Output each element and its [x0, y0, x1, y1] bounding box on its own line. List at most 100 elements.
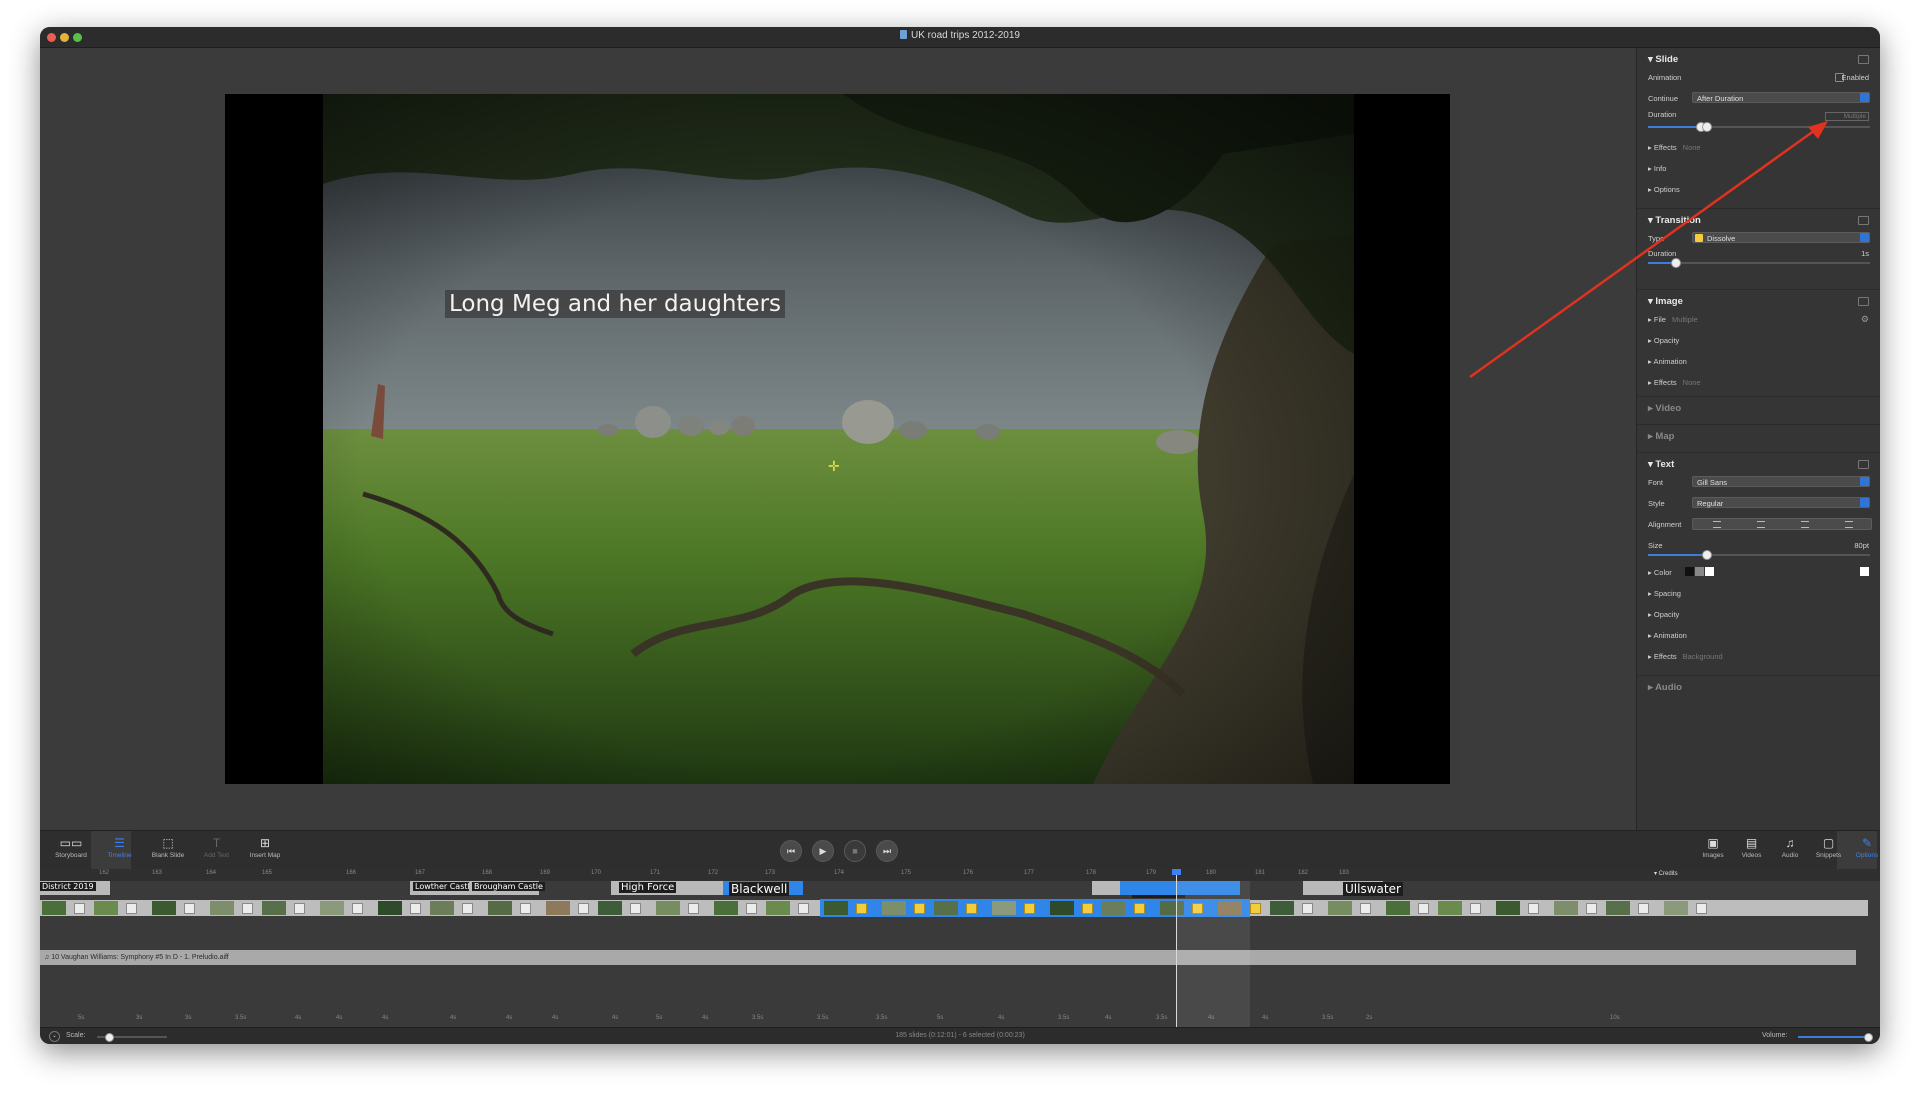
image-animation-row[interactable]: ▸ Animation — [1637, 353, 1880, 374]
slide-thumbnail[interactable] — [598, 901, 622, 915]
slide-thumbnail[interactable] — [1102, 901, 1126, 915]
transition-marker[interactable] — [798, 903, 809, 914]
credits-label[interactable]: ▾ Credits — [1654, 870, 1678, 877]
slide-thumbnail[interactable] — [430, 901, 454, 915]
image-opacity-row[interactable]: ▸ Opacity — [1637, 332, 1880, 353]
transition-marker[interactable] — [1470, 903, 1481, 914]
transition-marker[interactable] — [1638, 903, 1649, 914]
spacing-row[interactable]: ▸ Spacing — [1637, 585, 1880, 606]
options-row[interactable]: ▸ Options — [1637, 181, 1880, 202]
color-swatch-white[interactable] — [1705, 567, 1714, 576]
pin-icon[interactable] — [1858, 55, 1869, 64]
text-opacity-row[interactable]: ▸ Opacity — [1637, 606, 1880, 627]
transition-marker[interactable] — [746, 903, 757, 914]
pin-icon[interactable] — [1858, 297, 1869, 306]
transition-marker[interactable] — [1024, 903, 1035, 914]
slide-thumbnail[interactable] — [656, 901, 680, 915]
video-section[interactable]: ▸ Video — [1637, 397, 1880, 425]
slide-thumbnail[interactable] — [378, 901, 402, 915]
slide-thumbnail[interactable] — [94, 901, 118, 915]
stop-button[interactable]: ■ — [844, 840, 866, 862]
align-center-icon[interactable] — [1757, 521, 1765, 528]
slide-thumbnail[interactable] — [1270, 901, 1294, 915]
transition-section-header[interactable]: ▾ Transition — [1637, 209, 1880, 230]
slide-thumbnail[interactable] — [714, 901, 738, 915]
storyboard-button[interactable]: ▭▭ Storyboard — [51, 835, 91, 859]
transition-marker[interactable] — [1528, 903, 1539, 914]
text-size-knob[interactable] — [1701, 550, 1712, 560]
image-effects-row[interactable]: ▸ Effects None — [1637, 374, 1880, 395]
gear-icon[interactable]: ⚙ — [1861, 314, 1869, 325]
slide-thumbnail[interactable] — [1664, 901, 1688, 915]
image-section-header[interactable]: ▾ Image — [1637, 290, 1880, 311]
slide-thumbnail[interactable] — [1496, 901, 1520, 915]
map-section[interactable]: ▸ Map — [1637, 425, 1880, 453]
slide-thumbnail[interactable] — [42, 901, 66, 915]
transition-marker[interactable] — [74, 903, 85, 914]
slide-thumbnail[interactable] — [152, 901, 176, 915]
slide-thumbnail[interactable] — [320, 901, 344, 915]
slide-thumbnail[interactable] — [934, 901, 958, 915]
align-left-icon[interactable] — [1713, 521, 1721, 528]
slide-thumbnail[interactable] — [824, 901, 848, 915]
text-block[interactable]: Blackwell — [723, 881, 803, 896]
transition-marker[interactable] — [462, 903, 473, 914]
transition-marker[interactable] — [1250, 903, 1261, 914]
transition-marker[interactable] — [1302, 903, 1313, 914]
pin-icon[interactable] — [1858, 460, 1869, 469]
audio-button[interactable]: ♫ Audio — [1770, 835, 1810, 859]
color-swatch-gray[interactable] — [1695, 567, 1704, 576]
transition-marker[interactable] — [410, 903, 421, 914]
font-dropdown[interactable]: Gill Sans — [1692, 476, 1870, 487]
slide-thumbnail[interactable] — [1050, 901, 1074, 915]
transition-marker[interactable] — [352, 903, 363, 914]
transition-marker[interactable] — [1586, 903, 1597, 914]
transition-marker[interactable] — [520, 903, 531, 914]
align-justify-icon[interactable] — [1845, 521, 1853, 528]
slide-thumbnail[interactable] — [488, 901, 512, 915]
style-dropdown[interactable]: Regular — [1692, 497, 1870, 508]
transition-marker[interactable] — [1696, 903, 1707, 914]
timeline[interactable]: 162 163 164 165 166 167 168 169 170 171 172 173 174 1… — [40, 869, 1880, 1027]
volume-knob[interactable] — [1864, 1033, 1873, 1042]
text-section-header[interactable]: ▾ Text — [1637, 453, 1880, 474]
text-block[interactable]: High Force — [611, 881, 731, 895]
blank-slide-button[interactable]: ⬚ Blank Slide — [148, 835, 188, 859]
transition-type-dropdown[interactable]: Dissolve — [1692, 232, 1870, 243]
text-animation-row[interactable]: ▸ Animation — [1637, 627, 1880, 648]
slide-thumbnail[interactable] — [1438, 901, 1462, 915]
file-row[interactable]: ▸ File Multiple ⚙ — [1637, 311, 1880, 332]
skip-forward-button[interactable]: ⏭ — [876, 840, 898, 862]
transition-marker[interactable] — [914, 903, 925, 914]
insert-map-button[interactable]: ⊞ Insert Map — [245, 835, 285, 859]
transition-marker[interactable] — [630, 903, 641, 914]
alignment-control[interactable] — [1692, 518, 1872, 530]
align-right-icon[interactable] — [1801, 521, 1809, 528]
transition-marker[interactable] — [242, 903, 253, 914]
text-block[interactable]: Ullswater — [1303, 881, 1403, 896]
text-size-slider[interactable] — [1648, 550, 1870, 560]
transition-marker[interactable] — [856, 903, 867, 914]
text-block[interactable]: District 2019 — [40, 881, 110, 895]
options-button[interactable]: ✎ Options — [1847, 835, 1880, 859]
color-row[interactable]: ▸ Color — [1637, 564, 1880, 585]
continue-dropdown[interactable]: After Duration — [1692, 92, 1870, 103]
slide-thumbnail[interactable] — [262, 901, 286, 915]
volume-slider[interactable] — [1798, 1033, 1873, 1042]
background-color-swatch[interactable] — [1860, 567, 1869, 576]
transition-duration-slider[interactable] — [1648, 258, 1870, 268]
playhead[interactable] — [1176, 869, 1177, 1027]
slide-thumbnail[interactable] — [1328, 901, 1352, 915]
transition-marker[interactable] — [294, 903, 305, 914]
transition-marker[interactable] — [184, 903, 195, 914]
audio-section[interactable]: ▸ Audio — [1637, 676, 1880, 703]
play-button[interactable]: ▶ — [812, 840, 834, 862]
slide-thumbnail[interactable] — [210, 901, 234, 915]
info-row[interactable]: ▸ Info — [1637, 160, 1880, 181]
transition-marker[interactable] — [966, 903, 977, 914]
duration-slider-knob-2[interactable] — [1702, 122, 1712, 132]
transition-marker[interactable] — [1360, 903, 1371, 914]
pin-icon[interactable] — [1858, 216, 1869, 225]
transition-marker[interactable] — [126, 903, 137, 914]
slide-section-header[interactable]: ▾ Slide — [1637, 48, 1880, 69]
